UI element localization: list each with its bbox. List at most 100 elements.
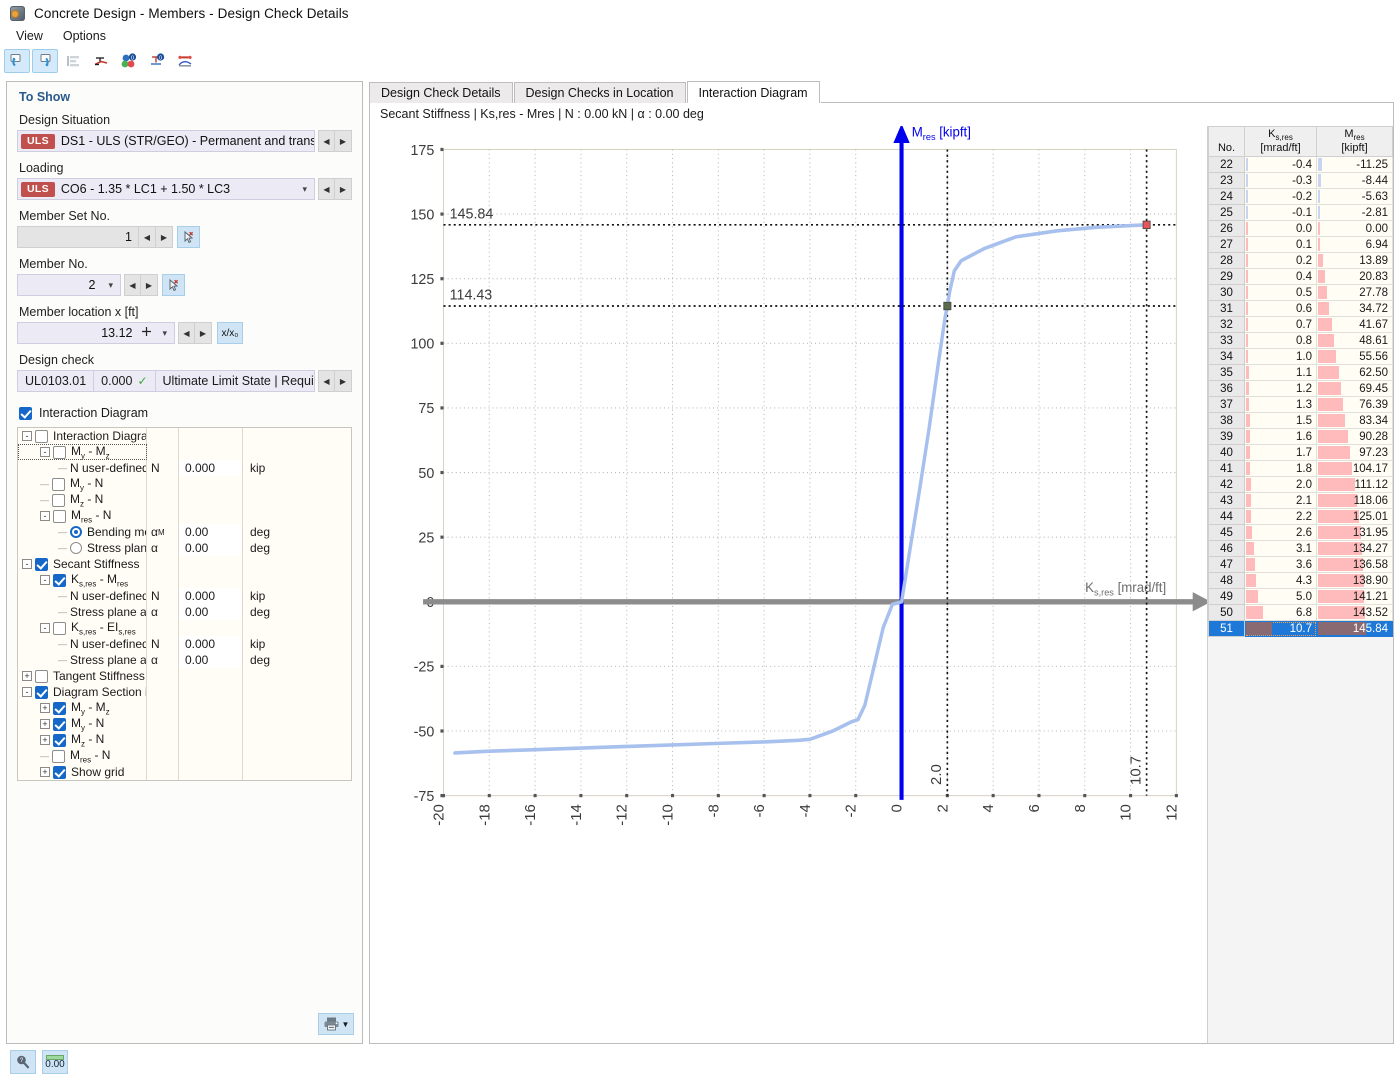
table-cell-ks-res[interactable]: 0.4 [1244, 268, 1317, 286]
collapse-icon[interactable]: - [40, 447, 50, 457]
table-cell-m-res[interactable]: 97.23 [1316, 444, 1393, 462]
tree-checkbox[interactable] [52, 493, 65, 507]
tree-checkbox[interactable] [35, 557, 48, 571]
tree-row-value[interactable] [179, 732, 243, 748]
tree-row[interactable]: —Stress plane a...α0.00 deg [18, 604, 351, 620]
expand-icon[interactable]: + [40, 735, 50, 745]
member-no-next-button[interactable]: ▶ [141, 274, 158, 296]
table-row[interactable]: 50 6.8 143.52 [1208, 604, 1393, 622]
results-table-icon[interactable] [60, 49, 86, 73]
table-cell-ks-res[interactable]: 5.0 [1244, 588, 1317, 606]
table-cell-ks-res[interactable]: 0.1 [1244, 236, 1317, 254]
tree-row-name[interactable]: — N user-defined [18, 588, 147, 604]
chart-svg[interactable]: -75 -50 -25 0 25 50 75 100 125 150 175 -20 -18 -16 -14… [370, 126, 1207, 1043]
table-row[interactable]: 34 1.0 55.56 [1208, 348, 1393, 366]
table-cell-ks-res[interactable]: 0.0 [1244, 220, 1317, 238]
table-cell-m-res[interactable]: 138.90 [1316, 572, 1393, 590]
member-set-no-prev-button[interactable]: ◀ [139, 226, 156, 248]
table-row[interactable]: 37 1.3 76.39 [1208, 396, 1393, 414]
member-location-prev-button[interactable]: ◀ [178, 322, 195, 344]
design-situation-next-button[interactable]: ▶ [335, 130, 352, 152]
table-cell-m-res[interactable]: 41.67 [1316, 316, 1393, 334]
table-cell-ks-res[interactable]: 1.0 [1244, 348, 1317, 366]
table-row[interactable]: 47 3.6 136.58 [1208, 556, 1393, 574]
table-row[interactable]: 26 0.0 0.00 [1208, 220, 1393, 238]
member-set-no-input[interactable]: 1 [17, 226, 139, 248]
tree-row-value[interactable] [179, 700, 243, 716]
tree-checkbox[interactable] [35, 685, 48, 699]
table-row[interactable]: 31 0.6 34.72 [1208, 300, 1393, 318]
table-row[interactable]: 43 2.1 118.06 [1208, 492, 1393, 510]
member-pick-icon[interactable] [162, 274, 185, 296]
tree-row-value[interactable] [179, 476, 243, 492]
tree-checkbox[interactable] [35, 429, 48, 443]
tree-row-value[interactable] [179, 716, 243, 732]
tree-row-name[interactable]: - Diagram Section in 3 [18, 684, 147, 700]
tree-checkbox[interactable] [53, 701, 66, 715]
member-no-select[interactable]: 2 ▾ [17, 274, 121, 296]
tree-row[interactable]: + My - N [18, 716, 351, 732]
member-set-pick-icon[interactable] [177, 226, 200, 248]
tree-checkbox[interactable] [52, 477, 65, 491]
table-cell-ks-res[interactable]: 0.8 [1244, 332, 1317, 350]
table-cell-m-res[interactable]: 83.34 [1316, 412, 1393, 430]
table-cell-ks-res[interactable]: -0.2 [1244, 188, 1317, 206]
tree-row[interactable]: + Mz - N [18, 732, 351, 748]
member-location-next-button[interactable]: ▶ [195, 322, 212, 344]
tree-radio[interactable] [70, 542, 82, 554]
tree-row-name[interactable]: — Mres - N [18, 748, 147, 764]
table-row[interactable]: 42 2.0 111.12 [1208, 476, 1393, 494]
stiffness-diagram-icon[interactable] [172, 49, 198, 73]
tree-row[interactable]: + Show grid [18, 764, 351, 780]
table-cell-m-res[interactable]: 6.94 [1316, 236, 1393, 254]
tree-row-value[interactable]: 0.00 [179, 540, 243, 556]
table-row[interactable]: 45 2.6 131.95 [1208, 524, 1393, 542]
chevron-down-icon[interactable]: ▾ [101, 280, 120, 291]
tree-row-name[interactable]: — N user-defined [18, 460, 147, 476]
table-cell-m-res[interactable]: -11.25 [1316, 156, 1393, 174]
options-tree[interactable]: -Interaction Diagrams-My - Mz—N user-def… [17, 427, 352, 781]
tree-row-name[interactable]: — My - N [18, 476, 147, 492]
design-situation-prev-button[interactable]: ◀ [318, 130, 335, 152]
table-cell-m-res[interactable]: 69.45 [1316, 380, 1393, 398]
tree-checkbox[interactable] [53, 509, 66, 523]
tree-row[interactable]: — Mz - N [18, 492, 351, 508]
help-search-icon[interactable]: ? [10, 1050, 36, 1074]
table-row[interactable]: 49 5.0 141.21 [1208, 588, 1393, 606]
tree-row-value[interactable] [179, 620, 243, 636]
tree-row-value[interactable] [179, 492, 243, 508]
tree-row[interactable]: —Stress plane a...α0.00 deg [18, 652, 351, 668]
collapse-icon[interactable]: - [40, 511, 50, 521]
undo-view-icon[interactable] [4, 49, 30, 73]
table-row[interactable]: 38 1.5 83.34 [1208, 412, 1393, 430]
table-row[interactable]: 51 10.7 145.84 [1208, 620, 1393, 638]
table-cell-m-res[interactable]: 27.78 [1316, 284, 1393, 302]
table-cell-m-res[interactable]: 125.01 [1316, 508, 1393, 526]
expand-icon[interactable]: + [22, 671, 32, 681]
table-row[interactable]: 41 1.8 104.17 [1208, 460, 1393, 478]
tree-checkbox[interactable] [53, 733, 66, 747]
tab-interaction-diagram[interactable]: Interaction Diagram [686, 81, 820, 103]
table-cell-ks-res[interactable]: 0.7 [1244, 316, 1317, 334]
table-row[interactable]: 36 1.2 69.45 [1208, 380, 1393, 398]
table-row[interactable]: 25 -0.1 -2.81 [1208, 204, 1393, 222]
table-cell-m-res[interactable]: 131.95 [1316, 524, 1393, 542]
tree-row-value[interactable] [179, 572, 243, 588]
table-row[interactable]: 44 2.2 125.01 [1208, 508, 1393, 526]
table-cell-ks-res[interactable]: 1.5 [1244, 412, 1317, 430]
tree-row-name[interactable]: + My - Mz [18, 700, 147, 716]
tree-checkbox[interactable] [53, 717, 66, 731]
expand-icon[interactable]: + [40, 703, 50, 713]
table-cell-ks-res[interactable]: 1.2 [1244, 380, 1317, 398]
table-cell-m-res[interactable]: 34.72 [1316, 300, 1393, 318]
menu-item-options[interactable]: Options [55, 27, 116, 46]
table-cell-ks-res[interactable]: 0.6 [1244, 300, 1317, 318]
table-cell-ks-res[interactable]: 2.0 [1244, 476, 1317, 494]
tree-row-value[interactable]: 0.000 [179, 636, 243, 652]
tree-row[interactable]: - Ks,res - EIs,res [18, 620, 351, 636]
table-cell-ks-res[interactable]: 1.3 [1244, 396, 1317, 414]
table-cell-ks-res[interactable]: 6.8 [1244, 604, 1317, 622]
tree-row-name[interactable]: — Bending mon [18, 524, 147, 540]
tree-row-name[interactable]: - Mres - N [18, 508, 147, 524]
table-cell-ks-res[interactable]: 2.6 [1244, 524, 1317, 542]
